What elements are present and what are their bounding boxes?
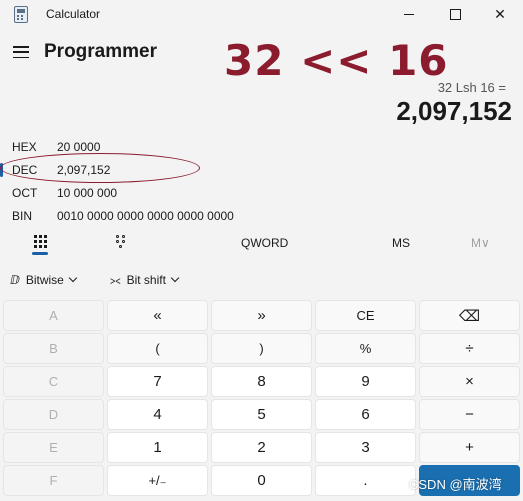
calculator-app-icon bbox=[14, 6, 28, 23]
result-display: 2,097,152 bbox=[396, 96, 512, 126]
minimize-button[interactable] bbox=[386, 0, 432, 28]
backspace-button[interactable]: ⌫ bbox=[419, 300, 520, 331]
memory-store-button[interactable]: MS bbox=[392, 236, 410, 250]
maximize-button[interactable] bbox=[432, 0, 478, 28]
chevron-down-icon bbox=[170, 273, 180, 283]
window-title: Calculator bbox=[46, 7, 101, 21]
memory-menu-button[interactable]: M∨ bbox=[471, 236, 490, 250]
radix-label: OCT bbox=[12, 186, 38, 200]
add-button[interactable]: + bbox=[419, 432, 520, 463]
digit-3-button[interactable]: 3 bbox=[315, 432, 416, 463]
divide-button[interactable]: ÷ bbox=[419, 333, 520, 364]
radix-value: 0010 0000 0000 0000 0000 0000 bbox=[57, 209, 234, 223]
radix-value: 10 000 000 bbox=[57, 186, 118, 200]
bit-toggling-keypad-icon[interactable] bbox=[116, 235, 128, 248]
hamburger-icon-line bbox=[13, 56, 29, 58]
close-paren-button[interactable]: ) bbox=[211, 333, 312, 364]
bitshift-label: Bit shift bbox=[126, 273, 166, 287]
full-keypad-icon[interactable] bbox=[34, 235, 47, 248]
shift-right-button[interactable]: » bbox=[211, 300, 312, 331]
radix-row-bin[interactable]: BIN 0010 0000 0000 0000 0000 0000 bbox=[0, 205, 240, 227]
subtract-button[interactable]: − bbox=[419, 399, 520, 430]
hamburger-icon-line bbox=[13, 46, 29, 48]
annotation-ellipse bbox=[0, 153, 200, 183]
digit-0-button[interactable]: 0 bbox=[211, 465, 312, 496]
bitshift-icon: ⪥ bbox=[110, 272, 121, 287]
hamburger-icon-line bbox=[13, 51, 29, 53]
hex-key-a[interactable]: A bbox=[3, 300, 104, 331]
mod-button[interactable]: % bbox=[315, 333, 416, 364]
close-icon: ✕ bbox=[494, 5, 506, 22]
bitwise-dropdown[interactable]: ⅅ Bitwise bbox=[10, 270, 78, 290]
annotation-overlay: 32 << 16 bbox=[224, 36, 449, 85]
bitwise-label: Bitwise bbox=[25, 273, 64, 287]
chevron-down-icon bbox=[68, 273, 78, 283]
hex-key-f[interactable]: F bbox=[3, 465, 104, 496]
digit-2-button[interactable]: 2 bbox=[211, 432, 312, 463]
digit-6-button[interactable]: 6 bbox=[315, 399, 416, 430]
radix-label: BIN bbox=[12, 209, 33, 223]
negate-button[interactable]: +/₋ bbox=[107, 465, 208, 496]
navigation-menu-button[interactable] bbox=[12, 44, 30, 60]
radix-label: HEX bbox=[12, 140, 37, 154]
bitshift-dropdown[interactable]: ⪥ Bit shift bbox=[110, 270, 180, 290]
hex-key-e[interactable]: E bbox=[3, 432, 104, 463]
radix-value: 20 0000 bbox=[57, 140, 101, 154]
digit-8-button[interactable]: 8 bbox=[211, 366, 312, 397]
multiply-button[interactable]: × bbox=[419, 366, 520, 397]
backspace-icon: ⌫ bbox=[458, 307, 481, 325]
hex-key-c[interactable]: C bbox=[3, 366, 104, 397]
digit-4-button[interactable]: 4 bbox=[107, 399, 208, 430]
title-bar: Calculator ✕ bbox=[0, 0, 523, 30]
clear-entry-button[interactable]: CE bbox=[315, 300, 416, 331]
digit-5-button[interactable]: 5 bbox=[211, 399, 312, 430]
digit-7-button[interactable]: 7 bbox=[107, 366, 208, 397]
expression-display: 32 Lsh 16 = bbox=[437, 80, 506, 95]
mode-title: Programmer bbox=[44, 41, 157, 62]
close-button[interactable]: ✕ bbox=[477, 0, 523, 28]
watermark-text: CSDN @南波湾 bbox=[409, 477, 502, 492]
bitwise-gate-icon: ⅅ bbox=[10, 273, 20, 287]
open-paren-button[interactable]: ( bbox=[107, 333, 208, 364]
active-tab-indicator bbox=[32, 252, 48, 255]
digit-9-button[interactable]: 9 bbox=[315, 366, 416, 397]
shift-left-button[interactable]: « bbox=[107, 300, 208, 331]
hex-key-b[interactable]: B bbox=[3, 333, 104, 364]
decimal-button[interactable]: . bbox=[315, 465, 416, 496]
keypad-tab-bar: QWORD MS M∨ bbox=[0, 230, 523, 260]
word-size-button[interactable]: QWORD bbox=[241, 236, 288, 250]
radix-row-oct[interactable]: OCT 10 000 000 bbox=[0, 182, 300, 204]
hex-key-d[interactable]: D bbox=[3, 399, 104, 430]
digit-1-button[interactable]: 1 bbox=[107, 432, 208, 463]
